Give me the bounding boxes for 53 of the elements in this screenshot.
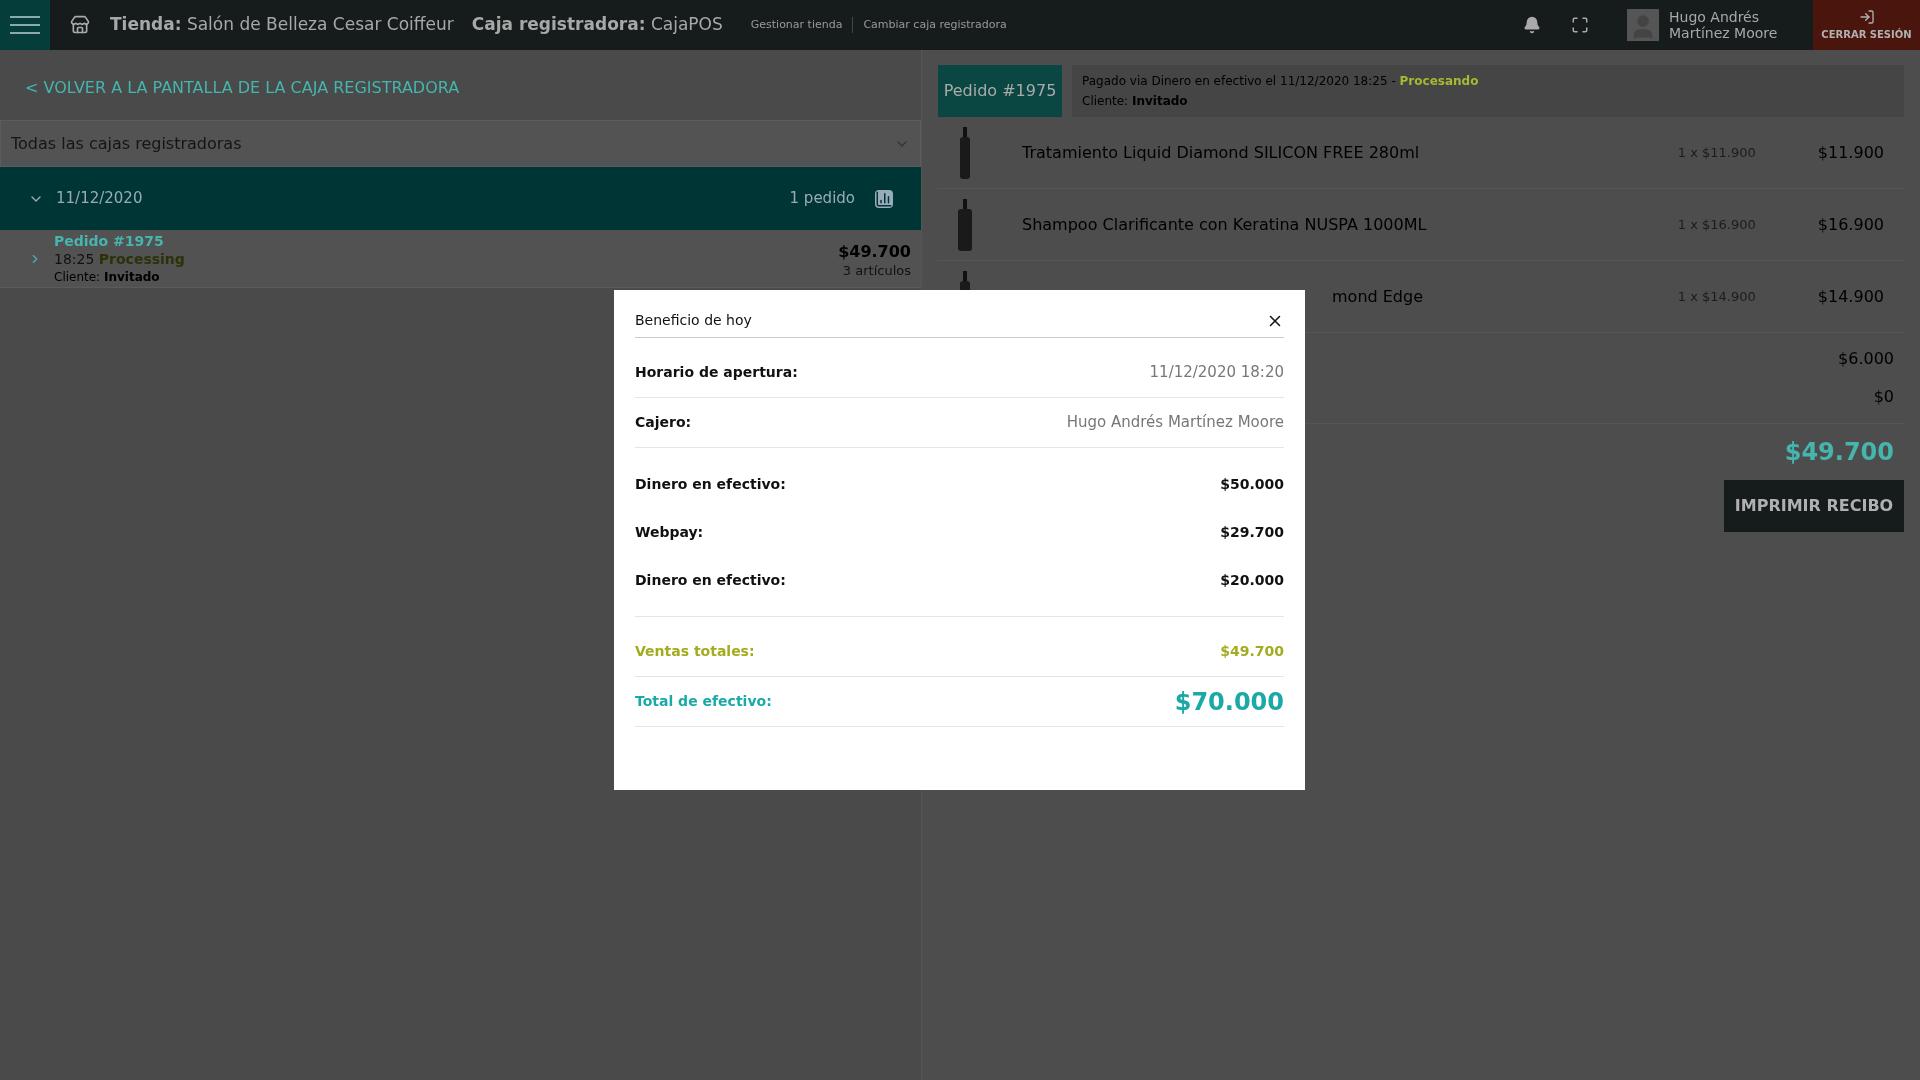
row-label: Horario de apertura: (635, 363, 798, 382)
store-name: Tienda: Salón de Belleza Cesar Coiffeur (110, 13, 454, 37)
date-group-header[interactable]: 11/12/2020 1 pedido (0, 167, 921, 230)
row-value: $20.000 (1220, 570, 1284, 590)
order-title: Pedido #1975 (54, 231, 165, 250)
dialog-title: Beneficio de hoy (635, 311, 752, 330)
bottle-icon (958, 198, 972, 251)
order-item-count: 3 artículos (842, 263, 911, 278)
header-link[interactable]: Cambiar caja registradora (852, 16, 1017, 34)
line-total: $11.900 (1817, 141, 1884, 164)
row-value: $49.700 (1220, 642, 1284, 661)
menu-icon (10, 16, 40, 34)
row-value: $50.000 (1220, 474, 1284, 494)
row-label: Dinero en efectivo: (635, 570, 786, 590)
register-name: Caja registradora: CajaPOS (471, 13, 723, 37)
payment-info: Pagado via Dinero en efectivo el 11/12/2020 18:25 - Procesando (1082, 73, 1480, 90)
order-badge: Pedido #1975 (938, 65, 1062, 117)
order-client: Cliente: Invitado (1082, 93, 1189, 110)
order-time-status: 18:25 Processing (54, 249, 185, 268)
logout-icon (1858, 8, 1875, 25)
row-label: Dinero en efectivo: (635, 474, 786, 494)
summary-value: $0 (1873, 386, 1894, 408)
menu-button[interactable] (0, 0, 50, 50)
order-count: 1 pedido (789, 188, 855, 210)
print-receipt-button[interactable]: IMPRIMIR RECIBO (1724, 480, 1904, 532)
row-value: $70.000 (1174, 686, 1284, 718)
user-name: Hugo Andrés Martínez Moore (1669, 9, 1779, 41)
row-label: Webpay: (635, 522, 704, 542)
summary-value: $6.000 (1838, 348, 1894, 370)
row-value: $29.700 (1220, 522, 1284, 542)
header-link[interactable]: Gestionar tienda (750, 16, 853, 34)
notification-icon[interactable] (1523, 16, 1541, 34)
chart-icon[interactable] (875, 189, 893, 208)
row-label: Total de efectivo: (635, 692, 772, 711)
product-name: Shampoo Clarificante con Keratina NUSPA 1000ML (1022, 213, 1427, 236)
order-client: Cliente: Invitado (54, 268, 161, 286)
line-total: $14.900 (1817, 285, 1884, 308)
line-total: $16.900 (1817, 213, 1884, 236)
grand-total: $49.700 (1784, 437, 1894, 468)
back-link[interactable]: < VOLVER A LA PANTALLA DE LA CAJA REGISTRADORA (25, 76, 460, 100)
date-label: 11/12/2020 (56, 188, 143, 210)
fullscreen-icon[interactable] (1571, 16, 1589, 34)
row-value: Hugo Andrés Martínez Moore (1066, 412, 1284, 434)
logout-button[interactable]: CERRAR SESIÓN (1813, 0, 1920, 50)
avatar (1627, 9, 1659, 41)
row-label: Ventas totales: (635, 642, 755, 661)
row-value: 11/12/2020 18:20 (1149, 362, 1284, 384)
order-total: $49.700 (838, 240, 911, 263)
store-icon (70, 15, 90, 35)
product-name: Tratamiento Liquid Diamond SILICON FREE 280ml (1022, 141, 1420, 164)
row-label: Cajero: (635, 413, 692, 432)
product-name: mond Edge (1332, 285, 1424, 308)
bottle-icon (958, 126, 972, 179)
